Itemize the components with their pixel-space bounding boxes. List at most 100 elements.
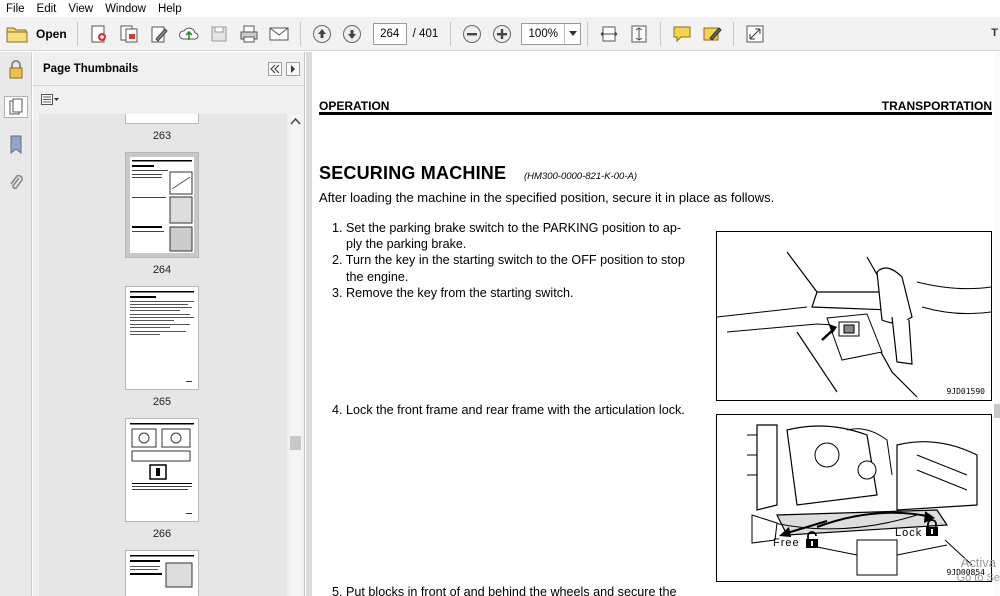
parking-brake-illustration [716, 251, 992, 398]
cloud-upload-icon [178, 27, 199, 40]
step-number: 3. [332, 286, 343, 300]
thumbnails-header: Page Thumbnails [33, 52, 304, 86]
zoom-in-button[interactable] [489, 21, 515, 47]
thumbnails-list: 263 264 265 266 [39, 114, 287, 596]
open-button[interactable]: Open [6, 25, 67, 43]
thumbnail-page-266[interactable] [125, 418, 199, 522]
unlock-icon [806, 531, 818, 548]
step-text: Put blocks in front of and behind the wh… [346, 585, 677, 596]
create-pdf-button[interactable] [86, 21, 112, 47]
collapse-panel-button[interactable] [268, 62, 282, 76]
options-menu-icon [41, 94, 59, 105]
email-button[interactable] [266, 21, 292, 47]
highlighter-icon [703, 26, 722, 41]
header-rule [319, 112, 992, 115]
step-text: Lock the front frame and rear frame with… [346, 403, 685, 417]
zoom-in-icon [493, 24, 512, 43]
expand-button[interactable] [742, 21, 768, 47]
menu-view[interactable]: View [62, 3, 99, 15]
step-2-line-2: the engine. [346, 270, 409, 284]
menu-window[interactable]: Window [99, 3, 152, 15]
chevron-down-icon[interactable] [564, 23, 580, 44]
open-label: Open [36, 26, 67, 41]
toolbar-separator [299, 21, 301, 46]
windows-activation-watermark-line2: Go to Se [956, 572, 1000, 584]
menu-file[interactable]: File [0, 3, 31, 15]
attachment-icon[interactable] [6, 172, 26, 194]
zoom-out-icon [463, 24, 482, 43]
thumbnail-page-267[interactable] [125, 550, 199, 596]
scroll-up-icon[interactable] [289, 116, 302, 128]
thumbnail-page-263[interactable] [125, 114, 199, 124]
step-3: 3. Remove the key from the starting swit… [332, 285, 574, 302]
thumbnails-scroll-thumb[interactable] [290, 436, 301, 450]
lock-icon [926, 519, 938, 536]
thumbnail-options-button[interactable] [41, 94, 59, 106]
edit-button[interactable] [146, 21, 172, 47]
thumbnails-panel: Page Thumbnails 263 264 265 266 [33, 52, 305, 596]
step-5: 5. Put blocks in front of and behind the… [332, 584, 676, 596]
expand-icon [746, 25, 764, 42]
expand-panel-button[interactable] [286, 62, 300, 76]
thumbnail-label-265: 265 [152, 396, 172, 408]
running-header-right: TRANSPORTATION [881, 99, 992, 113]
section-title: SECURING MACHINE [319, 163, 507, 183]
step-4: 4. Lock the front frame and rear frame w… [332, 402, 685, 419]
bookmark-icon[interactable] [6, 134, 26, 156]
print-icon [240, 25, 258, 42]
step-number: 2. [332, 253, 343, 267]
fit-width-icon [600, 26, 618, 41]
folder-icon [6, 27, 28, 42]
print-button[interactable] [236, 21, 262, 47]
next-page-button[interactable] [339, 21, 365, 47]
lock-label: Lock [895, 527, 923, 539]
lock-icon[interactable] [6, 58, 26, 80]
comment-button[interactable] [669, 21, 695, 47]
step-number: 5. [332, 585, 343, 596]
toolbar-separator [733, 21, 735, 46]
step-text: Remove the key from the starting switch. [346, 286, 574, 300]
fit-page-button[interactable] [626, 21, 652, 47]
free-label: Free [773, 537, 800, 549]
thumbnails-title: Page Thumbnails [43, 62, 139, 75]
previous-page-button[interactable] [309, 21, 335, 47]
thumbnail-label-266: 266 [152, 528, 172, 540]
zoom-select[interactable]: 100% [521, 22, 582, 45]
figure-1-code: 9JD01590 [946, 387, 985, 396]
create-pdf-icon [91, 25, 106, 42]
fit-page-icon [631, 25, 647, 42]
thumbnail-page-265[interactable] [125, 286, 199, 390]
windows-activation-watermark: Activa [960, 555, 996, 570]
running-header-left: OPERATION [319, 99, 390, 113]
combine-button[interactable] [116, 21, 142, 47]
step-1: 1. Set the parking brake switch to the P… [332, 220, 681, 237]
thumbnail-page-264[interactable] [125, 152, 199, 258]
figure-parking-brake: 9JD01590 [716, 231, 992, 401]
document-page: OPERATION TRANSPORTATION SECURING MACHIN… [312, 52, 996, 596]
step-1-line-2: ply the parking brake. [346, 237, 467, 251]
step-text: Set the parking brake switch to the PARK… [346, 221, 682, 235]
upload-button[interactable] [176, 21, 202, 47]
save-button[interactable] [206, 21, 232, 47]
page-thumbnails-icon[interactable] [4, 96, 28, 118]
fit-width-button[interactable] [596, 21, 622, 47]
page-number-input[interactable]: 264 [372, 22, 407, 45]
double-chevron-left-icon [270, 65, 280, 73]
menu-bar: File Edit View Window Help [0, 0, 1000, 17]
step-number: 4. [332, 403, 343, 417]
thumbnails-scrollbar[interactable] [289, 114, 302, 596]
combine-files-icon [120, 25, 138, 42]
toolbar-separator [450, 21, 452, 46]
highlight-button[interactable] [699, 21, 725, 47]
menu-edit[interactable]: Edit [31, 3, 63, 15]
zoom-out-button[interactable] [459, 21, 485, 47]
menu-help[interactable]: Help [152, 3, 188, 15]
save-icon [211, 26, 227, 41]
toolbar-separator [660, 21, 662, 46]
envelope-icon [269, 27, 289, 40]
zoom-value: 100% [528, 27, 558, 40]
document-scroll-thumb[interactable] [994, 404, 1000, 418]
arrow-up-circle-icon [312, 24, 331, 43]
chevron-right-icon [291, 65, 295, 73]
document-scrollbar[interactable] [994, 52, 1000, 596]
